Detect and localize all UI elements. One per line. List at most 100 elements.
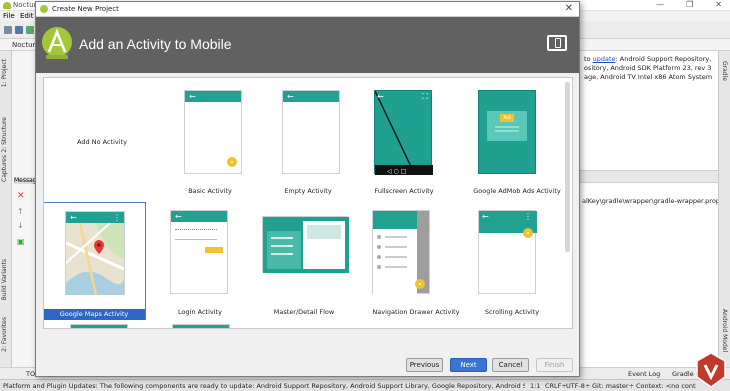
- back-arrow-icon: ←: [482, 212, 489, 221]
- update-line-2: ository, Android SDK Platform 23, rev 3: [584, 64, 712, 72]
- activity-card-google-maps[interactable]: ← ⋮ Google Maps Activity: [44, 202, 146, 320]
- fullscreen-toggle-icon: ⛶: [422, 92, 428, 101]
- scrolling-preview: ← ⋮: [478, 210, 537, 294]
- password-field: [175, 239, 217, 240]
- gallery-scrollbar[interactable]: [565, 82, 570, 252]
- up-arrow-icon[interactable]: ↑: [17, 207, 24, 216]
- overflow-menu-icon: ⋮: [113, 213, 121, 222]
- update-link[interactable]: update: [593, 55, 616, 63]
- tab-android-model[interactable]: Android Model: [721, 309, 728, 352]
- activity-card-basic[interactable]: ← Basic Activity: [158, 84, 262, 202]
- diagonal-icon: ◁ ○ □: [375, 91, 433, 175]
- android-studio-icon: [40, 5, 48, 13]
- phone-preview-partial[interactable]: [172, 324, 230, 328]
- messages-header: [580, 171, 718, 183]
- dialog-heading: Add an Activity to Mobile: [79, 36, 232, 52]
- activity-card-scrolling[interactable]: ← ⋮ Scrolling Activity: [460, 202, 564, 320]
- minimize-icon[interactable]: —: [656, 0, 664, 9]
- overflow-menu-icon: ⋮: [524, 212, 532, 221]
- update-notification-panel: to update: Android Support Repository, o…: [580, 51, 718, 171]
- status-message[interactable]: Platform and Plugin Updates: The followi…: [3, 382, 525, 390]
- activity-card-master-detail[interactable]: Master/Detail Flow: [252, 202, 356, 320]
- sync-icon[interactable]: [26, 26, 34, 34]
- stop-icon[interactable]: ✕: [17, 191, 25, 201]
- activity-label: Fullscreen Activity: [374, 187, 434, 195]
- tablet-phone-icon: [547, 35, 567, 51]
- vcs-branch[interactable]: Git: master÷: [592, 382, 634, 390]
- dialog-title: Create New Project: [52, 5, 119, 13]
- messages-tab[interactable]: Messag: [14, 177, 37, 184]
- activity-label: Master/Detail Flow: [273, 308, 335, 316]
- activity-card-login[interactable]: ← Login Activity: [158, 202, 262, 320]
- activity-label: Add No Activity: [77, 138, 127, 146]
- fab-icon: [415, 279, 425, 289]
- save-icon[interactable]: [15, 26, 23, 34]
- previous-button[interactable]: Previous: [406, 358, 443, 372]
- project-name[interactable]: Noctur: [12, 41, 35, 49]
- gradle-wrapper-path: alKey\gradle\wrapper\gradle-wrapper.prop…: [582, 197, 718, 205]
- android-studio-logo-icon: [42, 27, 72, 59]
- activity-label: Empty Activity: [284, 187, 332, 195]
- tab-todo[interactable]: TO: [26, 370, 35, 378]
- finish-button[interactable]: Finish: [536, 358, 573, 372]
- cursor-position[interactable]: 1:1: [530, 382, 540, 390]
- cancel-button[interactable]: Cancel: [492, 358, 529, 372]
- back-arrow-icon: ←: [175, 212, 182, 221]
- tab-gradle[interactable]: Gradle: [721, 61, 728, 81]
- dialog-header: Add an Activity to Mobile: [36, 17, 579, 73]
- svg-text:◁ ○ □: ◁ ○ □: [387, 168, 406, 175]
- project-panel: Messag ✕ ↑ ↓ ▣: [12, 51, 37, 367]
- tablet-preview: [262, 216, 349, 273]
- tab-build-variants[interactable]: Build Variants: [1, 259, 8, 300]
- sign-in-button: [205, 247, 223, 253]
- activity-gallery[interactable]: Add No Activity ← Basic Activity ← Empty…: [43, 77, 573, 329]
- fullscreen-preview: ◁ ○ □ ← ⛶: [374, 90, 433, 175]
- right-tool-strip: Gradle Android Model: [718, 51, 730, 367]
- down-arrow-icon[interactable]: ↓: [17, 221, 24, 230]
- back-arrow-icon: ←: [377, 92, 384, 101]
- activity-card-admob[interactable]: Ad Google AdMob Ads Activity: [464, 84, 568, 202]
- activity-label: Login Activity: [178, 308, 222, 316]
- menu-file[interactable]: File: [3, 12, 15, 20]
- update-line-3: age, Android TV Intel x86 Atom System: [584, 73, 713, 81]
- status-bar: Platform and Plugin Updates: The followi…: [0, 379, 730, 391]
- line-separator[interactable]: CRLF÷: [545, 382, 567, 390]
- activity-card-add-no-activity[interactable]: Add No Activity: [50, 84, 154, 202]
- ide-window-title: Noctur: [13, 1, 37, 9]
- window-controls[interactable]: — ❐ ✕: [634, 0, 722, 9]
- ad-banner: Ad: [487, 111, 527, 141]
- phone-preview: ←: [282, 90, 340, 174]
- tab-event-log[interactable]: Event Log: [628, 370, 660, 378]
- context-indicator: Context: <no context>: [636, 382, 696, 390]
- tab-structure[interactable]: 2: Structure: [1, 117, 8, 153]
- drawer-preview: [372, 210, 430, 295]
- export-icon[interactable]: ▣: [17, 237, 25, 246]
- tab-favorites[interactable]: 2: Favorites: [1, 317, 8, 352]
- back-arrow-icon: ←: [189, 92, 196, 101]
- messages-output: alKey\gradle\wrapper\gradle-wrapper.prop…: [580, 183, 718, 367]
- back-arrow-icon: ←: [287, 92, 294, 101]
- phone-preview-partial[interactable]: [70, 324, 128, 328]
- next-button[interactable]: Next: [450, 358, 487, 372]
- activity-label: Google AdMob Ads Activity: [473, 187, 561, 195]
- admob-preview: Ad: [478, 90, 536, 174]
- close-icon[interactable]: ✕: [715, 0, 722, 9]
- tab-project[interactable]: 1: Project: [1, 59, 8, 87]
- activity-card-navigation-drawer[interactable]: Navigation Drawer Activity: [364, 202, 468, 320]
- email-field: [175, 229, 217, 230]
- close-icon[interactable]: ✕: [565, 3, 573, 14]
- site-watermark-logo: [696, 352, 726, 388]
- menu-edit[interactable]: Edit: [20, 12, 34, 20]
- dialog-titlebar: Create New Project ✕: [36, 2, 579, 17]
- back-arrow-icon: ←: [70, 213, 77, 222]
- activity-card-fullscreen[interactable]: ◁ ○ □ ← ⛶ Fullscreen Activity: [362, 84, 466, 202]
- open-folder-icon[interactable]: [4, 26, 12, 34]
- activity-card-empty[interactable]: ← Empty Activity: [266, 84, 370, 202]
- fab-icon: [523, 228, 533, 238]
- activity-label: Basic Activity: [188, 187, 232, 195]
- maximize-icon[interactable]: ❐: [686, 0, 693, 9]
- tab-captures[interactable]: Captures: [1, 155, 8, 182]
- fab-icon: [227, 157, 237, 167]
- file-encoding[interactable]: UTF-8÷: [566, 382, 590, 390]
- phone-preview: ←: [184, 90, 242, 174]
